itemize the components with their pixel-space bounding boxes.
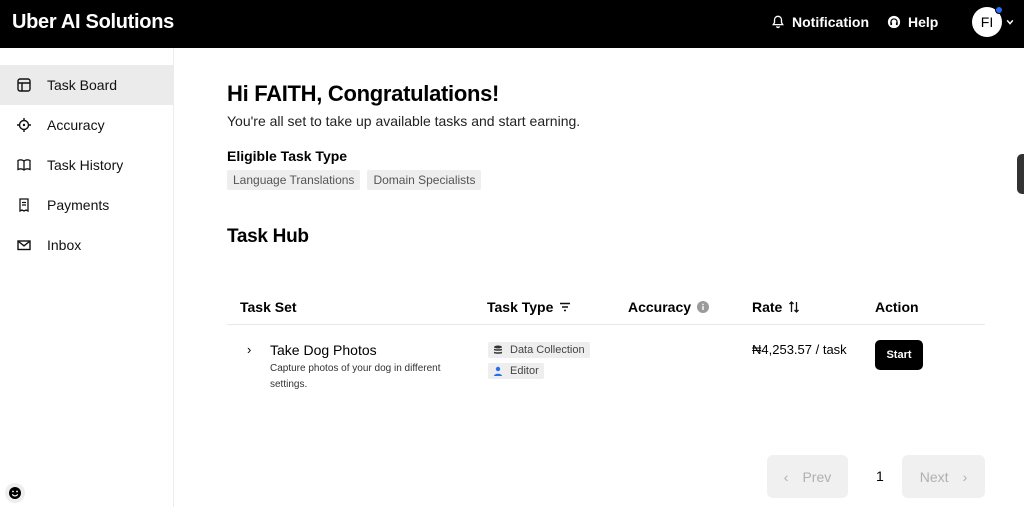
task-type-chip: Domain Specialists bbox=[367, 170, 482, 190]
task-hub-title: Task Hub bbox=[227, 226, 309, 247]
side-drawer-handle[interactable] bbox=[1017, 154, 1024, 194]
next-label: Next bbox=[919, 468, 949, 485]
brand-logo[interactable]: Uber AI Solutions bbox=[12, 11, 174, 34]
page-subtitle: You're all set to take up available task… bbox=[227, 113, 581, 129]
task-type-label: Editor bbox=[510, 365, 539, 377]
feedback-button[interactable] bbox=[5, 483, 25, 503]
sidebar-item-label: Inbox bbox=[47, 237, 82, 253]
task-type-label: Data Collection bbox=[510, 344, 585, 356]
help-label: Help bbox=[908, 14, 939, 30]
task-description: Capture photos of your dog in different … bbox=[270, 363, 441, 390]
chevron-left-icon: ‹ bbox=[783, 468, 789, 485]
chevron-down-icon bbox=[1006, 19, 1014, 25]
sidebar-item-label: Task History bbox=[47, 157, 124, 173]
sidebar-item-task-history[interactable]: Task History bbox=[0, 145, 173, 185]
eligible-task-types: Language Translations Domain Specialists bbox=[227, 170, 482, 190]
chevron-right-icon: › bbox=[962, 468, 968, 485]
sidebar-item-label: Task Board bbox=[47, 77, 118, 93]
eligible-task-type-label: Eligible Task Type bbox=[227, 148, 348, 164]
task-title: Take Dog Photos bbox=[270, 342, 377, 358]
sidebar: Task Board Accuracy Task History Payment… bbox=[0, 48, 174, 507]
prev-label: Prev bbox=[802, 468, 832, 485]
task-type-chip: Editor bbox=[488, 363, 544, 379]
avatar[interactable]: FI bbox=[972, 6, 1003, 37]
board-icon bbox=[17, 78, 31, 92]
task-rate: ₦4,253.57 / task bbox=[752, 342, 847, 357]
sidebar-item-payments[interactable]: Payments bbox=[0, 185, 173, 225]
sidebar-item-label: Accuracy bbox=[47, 117, 105, 133]
sidebar-item-task-board[interactable]: Task Board bbox=[0, 65, 173, 105]
help-icon bbox=[887, 15, 901, 29]
sidebar-item-label: Payments bbox=[47, 197, 110, 213]
top-bar: Uber AI Solutions Notification Help FI bbox=[0, 0, 1024, 48]
mail-icon bbox=[17, 240, 31, 251]
notification-label: Notification bbox=[792, 14, 869, 30]
receipt-icon bbox=[19, 198, 29, 212]
notification-button[interactable]: Notification bbox=[771, 14, 869, 30]
chevron-right-icon[interactable]: › bbox=[247, 342, 251, 357]
avatar-initials: FI bbox=[980, 14, 994, 30]
page-number[interactable]: 1 bbox=[876, 468, 884, 484]
book-icon bbox=[17, 159, 31, 171]
target-icon bbox=[17, 118, 31, 132]
start-button[interactable]: Start bbox=[875, 340, 923, 370]
page-title: Hi FAITH, Congratulations! bbox=[227, 81, 500, 106]
database-icon bbox=[494, 345, 502, 354]
help-button[interactable]: Help bbox=[887, 14, 938, 30]
table-row: › Take Dog Photos Capture photos of your… bbox=[227, 290, 985, 390]
prev-page-button[interactable]: ‹ Prev bbox=[767, 455, 848, 498]
smiley-icon bbox=[9, 487, 21, 499]
bell-icon bbox=[772, 15, 784, 29]
task-type-chip: Language Translations bbox=[227, 170, 361, 190]
notification-dot bbox=[995, 6, 1003, 14]
person-icon bbox=[494, 366, 502, 376]
sidebar-item-accuracy[interactable]: Accuracy bbox=[0, 105, 173, 145]
task-type-list: Data Collection Editor bbox=[488, 342, 590, 379]
task-type-chip: Data Collection bbox=[488, 342, 590, 358]
table-body: › Take Dog Photos Capture photos of your… bbox=[227, 290, 985, 390]
sidebar-item-inbox[interactable]: Inbox bbox=[0, 225, 173, 265]
next-page-button[interactable]: Next › bbox=[902, 455, 985, 498]
account-menu[interactable]: FI bbox=[972, 6, 1014, 37]
